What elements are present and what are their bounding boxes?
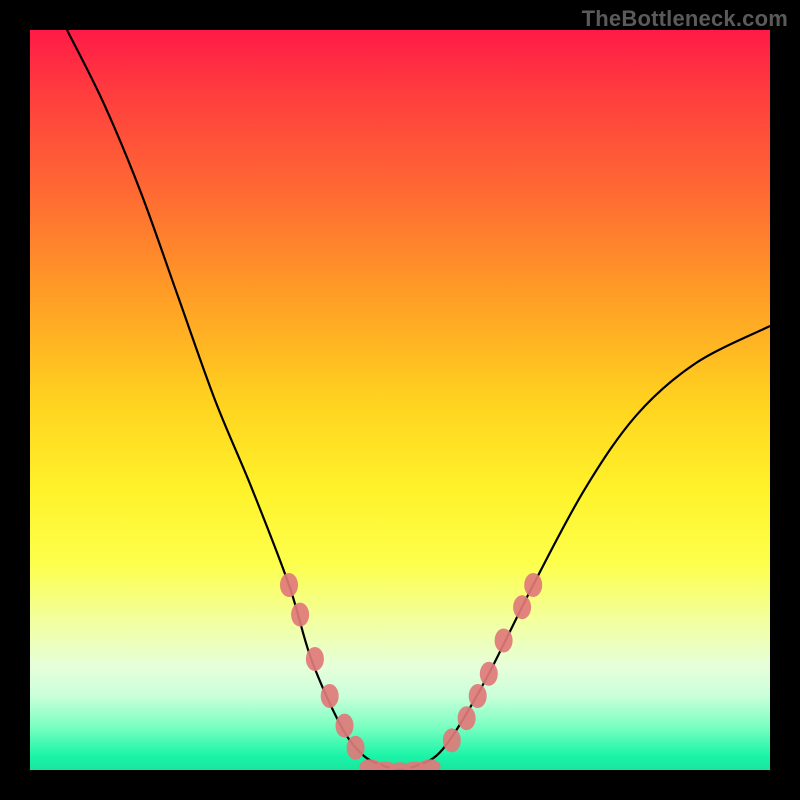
data-point [280, 573, 298, 597]
watermark-text: TheBottleneck.com [582, 6, 788, 32]
bottleneck-curve [67, 30, 770, 770]
chart-svg [30, 30, 770, 770]
plot-area [30, 30, 770, 770]
data-point [321, 684, 339, 708]
data-point [458, 706, 476, 730]
data-point [469, 684, 487, 708]
data-point [480, 662, 498, 686]
data-point [336, 714, 354, 738]
data-point [524, 573, 542, 597]
figure-outer: TheBottleneck.com [0, 0, 800, 800]
left-slope-dots [280, 573, 365, 760]
data-point [419, 759, 441, 770]
data-point [347, 736, 365, 760]
bottom-trough-dots [359, 759, 440, 770]
data-point [513, 595, 531, 619]
right-slope-dots [443, 573, 542, 752]
data-point [495, 629, 513, 653]
data-point [443, 728, 461, 752]
data-point [306, 647, 324, 671]
data-point [291, 603, 309, 627]
